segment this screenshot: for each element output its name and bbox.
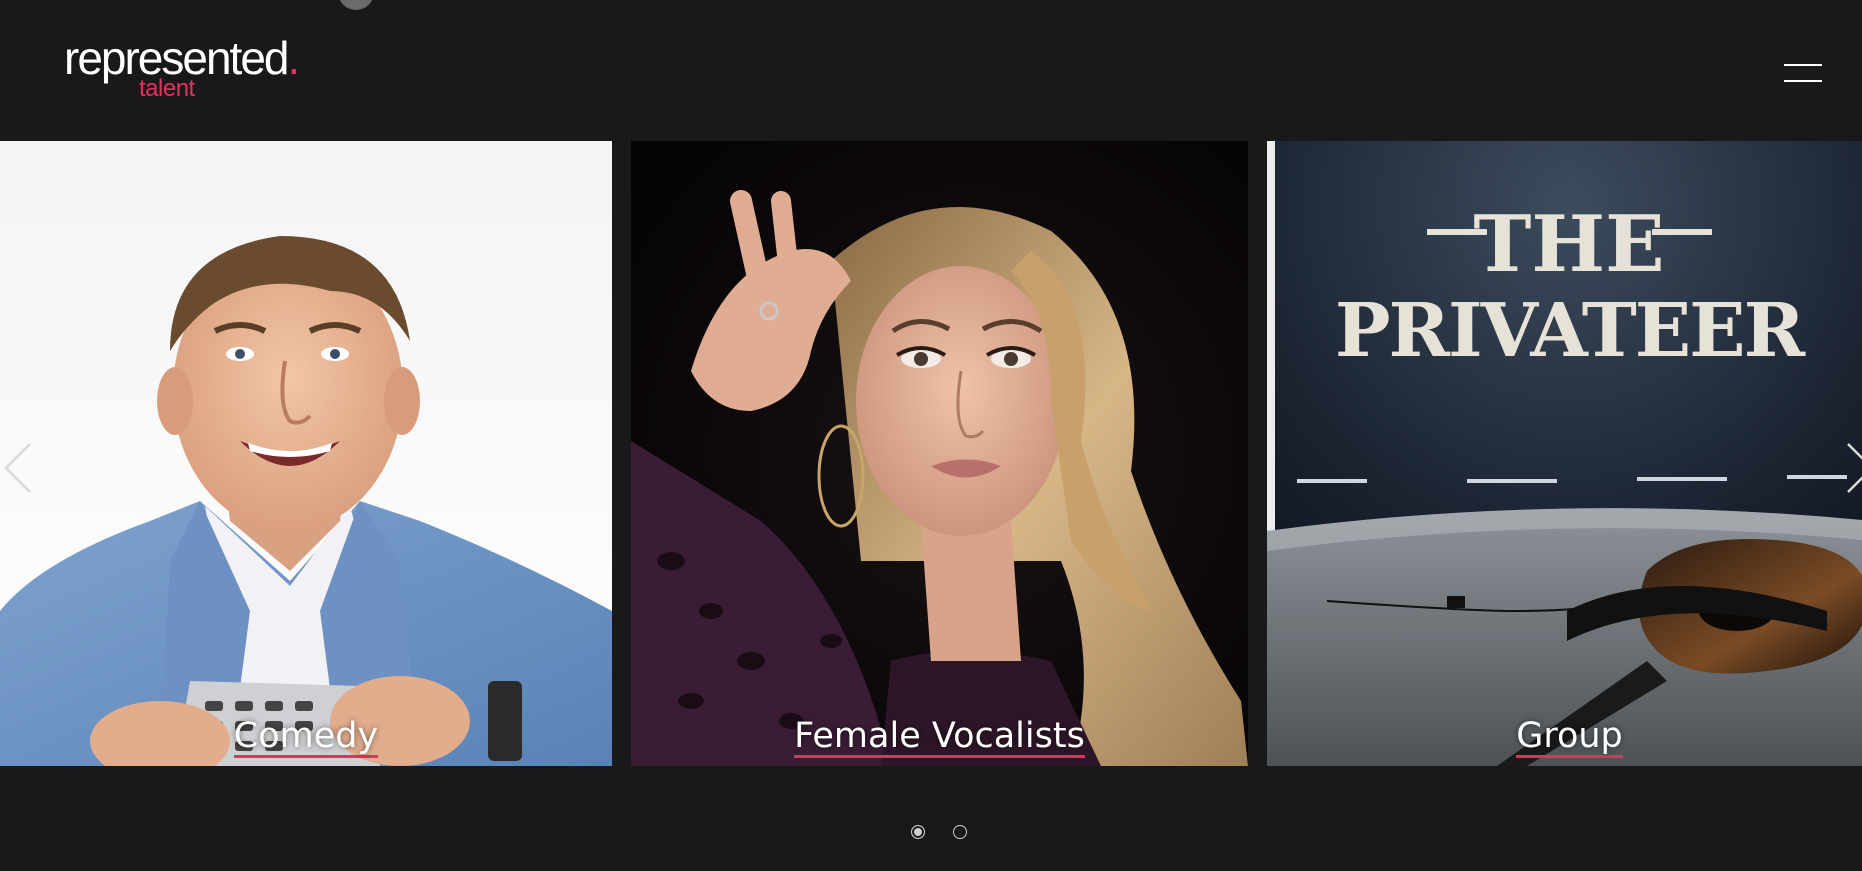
scroll-indicator [338,0,374,10]
slide-caption[interactable]: Group [1267,714,1862,758]
slide-label-female-vocalists[interactable]: Female Vocalists [794,717,1085,758]
site-header: represented. talent [0,0,1862,140]
comedian-photo [0,141,612,766]
site-logo[interactable]: represented. talent [64,30,314,110]
poster-title-the: THE [1473,199,1664,290]
slide-caption[interactable]: Female Vocalists [631,714,1248,758]
logo-subtitle: talent [139,75,195,102]
menu-bar-top [1784,64,1822,66]
pagination-dot-1[interactable] [911,825,925,839]
menu-bar-bottom [1784,80,1822,82]
group-poster-image: THE PRIVATEER [1267,141,1862,766]
poster-title-privateer: PRIVATEER [1335,288,1806,374]
chevron-right-icon[interactable] [1842,438,1862,498]
pagination-dot-2[interactable] [953,825,967,839]
slide-comedy[interactable]: Comedy [0,141,612,766]
category-carousel: Comedy Female Vocalists THE PRIVATEER Gr… [0,141,1862,766]
vocalist-photo [631,141,1248,766]
carousel-pagination [0,825,1862,845]
slide-label-comedy[interactable]: Comedy [233,717,379,758]
hamburger-menu-icon[interactable] [1780,58,1824,88]
slide-female-vocalists[interactable]: Female Vocalists [631,141,1248,766]
logo-dot: . [287,32,301,84]
chevron-left-icon[interactable] [0,438,40,498]
slide-group[interactable]: THE PRIVATEER Group [1267,141,1862,766]
slide-caption[interactable]: Comedy [0,714,612,758]
slide-label-group[interactable]: Group [1516,717,1623,758]
